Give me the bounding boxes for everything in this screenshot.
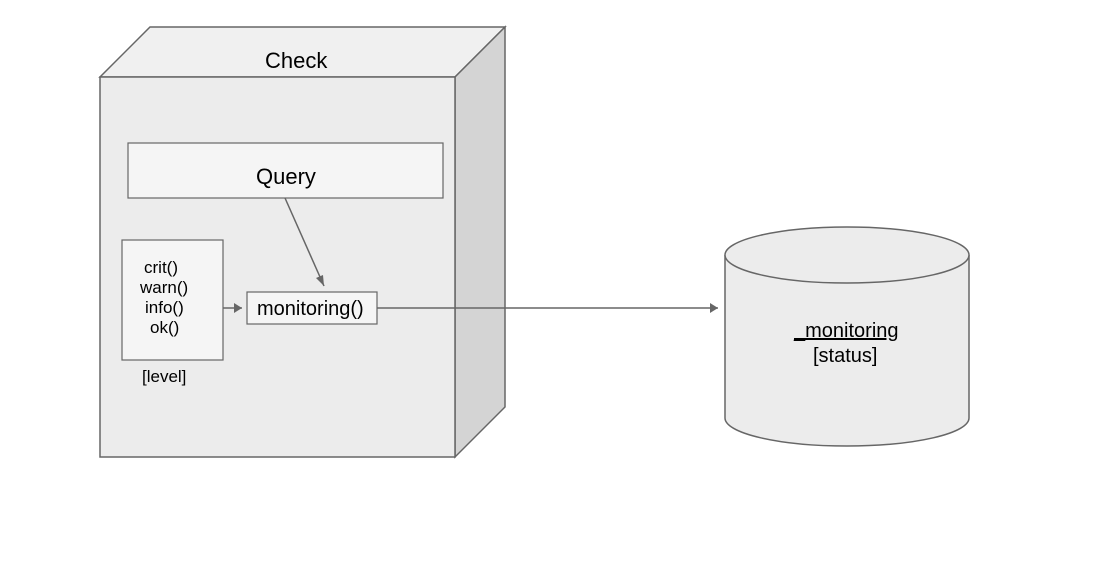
cube-side-face: [455, 27, 505, 457]
arrowhead-3: [710, 303, 718, 313]
level-label: [level]: [142, 367, 186, 387]
level-item-info: info(): [145, 298, 184, 318]
query-label: Query: [256, 164, 316, 190]
level-item-crit: crit(): [144, 258, 178, 278]
cube-title: Check: [265, 48, 327, 74]
monitoring-fn-label: monitoring(): [257, 298, 364, 321]
level-item-ok: ok(): [150, 318, 179, 338]
datastore-status: [status]: [813, 345, 877, 368]
level-item-warn: warn(): [140, 278, 188, 298]
datastore-name: _monitoring: [794, 320, 899, 343]
cylinder-top: [725, 227, 969, 283]
